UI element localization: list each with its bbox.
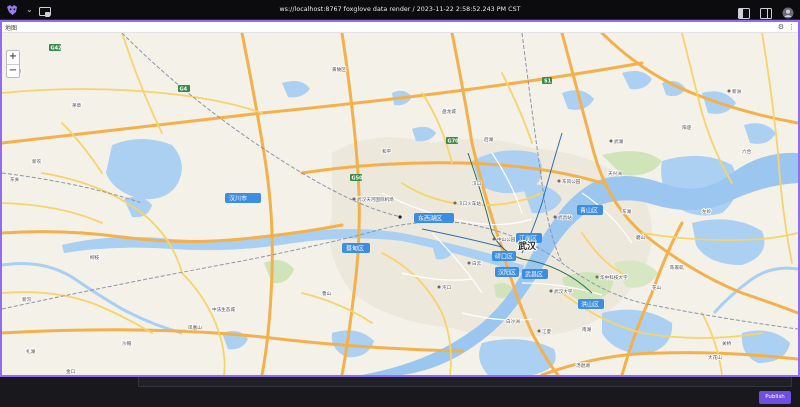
topbar-right <box>738 4 794 19</box>
poi-guanqiao: 关桥 <box>722 340 732 347</box>
district-wuchang: 武昌区 <box>525 271 543 279</box>
poi-hexin: 和平 <box>382 148 392 155</box>
panel-actions: ⚙ ⋮ <box>778 23 795 31</box>
poi-liuzhi: 柳枝 <box>90 254 100 261</box>
poi-tianhe: 武汉天河国际机场 <box>357 196 394 203</box>
poi-zuoling: 左岭 <box>702 208 712 215</box>
map-panel: 地图 ⚙ ⋮ G42 G4 G70 G50 S1 汉川市 蔡甸区 东西湖区 江岸… <box>0 20 800 377</box>
poi-chenjiaji: 陈家矶 <box>670 264 684 271</box>
zoom-in-button[interactable]: + <box>7 51 19 64</box>
district-qiaokou: 硚口区 <box>495 254 513 261</box>
poi-panlongcheng: 盘龙城 <box>442 108 456 115</box>
poi-zhongshan: 中山公园 <box>497 236 516 243</box>
poi-yangluo: 阳逻 <box>682 124 692 131</box>
poi-xingou: 新沟 <box>22 296 32 303</box>
foxglove-app: ⌄ ws://localhost:8767 foxglove data rend… <box>0 0 800 407</box>
gear-icon[interactable]: ⚙ <box>778 23 784 31</box>
poi-houhu: 后湖 <box>484 136 494 143</box>
right-sidebar-toggle-icon[interactable] <box>760 4 772 19</box>
poi-zhuankou: 沌口 <box>442 284 452 291</box>
poi-xinzhou: 新洲 <box>732 88 742 95</box>
left-sidebar-toggle-icon[interactable] <box>738 4 750 19</box>
city-label-wuhan: 武汉 <box>518 240 537 252</box>
more-icon[interactable]: ⋮ <box>788 23 795 31</box>
poi-wuhu: 武湖 <box>614 138 624 145</box>
district-hanyang: 汉阳区 <box>498 269 516 277</box>
poi-lushan: 鲁山 <box>322 290 332 297</box>
poi-hankou-station: 汉口火车站 <box>458 200 481 207</box>
poi-baiyun: 白云 <box>472 260 482 267</box>
poi-dahua: 大花山 <box>708 354 722 361</box>
poi-baishazhou: 白沙洲 <box>506 318 520 325</box>
map-view[interactable]: G42 G4 G70 G50 S1 汉川市 蔡甸区 东西湖区 江岸区 硚口区 汉… <box>2 33 798 375</box>
poi-shamao: 沙帽 <box>122 340 132 347</box>
poi-tangxunhu: 汤逊湖 <box>576 362 590 369</box>
district-dongxihu: 东西湖区 <box>418 215 442 223</box>
poi-moshan: 磨山 <box>636 234 646 241</box>
connection-title: ws://localhost:8767 foxglove data render… <box>279 6 521 13</box>
road-shield-s1: S1 <box>544 79 552 85</box>
message-input[interactable] <box>138 377 792 387</box>
poi-huangpi: 黄陂区 <box>332 66 346 73</box>
poi-hankou: 汉口 <box>472 180 482 187</box>
road-shield-g70: G70 <box>448 139 460 145</box>
road-shield-g50: G50 <box>352 176 364 182</box>
top-bar: ⌄ ws://localhost:8767 foxglove data rend… <box>0 0 800 20</box>
road-shield-g42: G42 <box>51 46 63 52</box>
district-hanchuan: 汉川市 <box>229 195 247 203</box>
bottom-area: Publish <box>0 377 800 407</box>
poi-jiangxia: 江夏 <box>542 328 552 335</box>
poi-jinkou: 金口 <box>66 368 76 375</box>
publish-button[interactable]: Publish <box>759 391 791 404</box>
poi-huashan: 花山 <box>652 284 662 291</box>
map-canvas[interactable]: G42 G4 G70 G50 S1 汉川市 蔡甸区 东西湖区 江岸区 硚口区 汉… <box>2 33 798 375</box>
poi-zhahu: 扎湖 <box>26 348 36 355</box>
poi-huazhong: 华中科技大学 <box>600 274 628 281</box>
road-shield-g4: G4 <box>180 87 188 93</box>
poi-donghu: 东湖 <box>622 208 632 215</box>
district-caidian: 蔡甸区 <box>346 245 364 253</box>
poi-fenghuang: 凤凰山 <box>188 324 202 331</box>
poi-nanhu: 南湖 <box>582 326 592 333</box>
poi-tianxingzhou: 天兴洲 <box>608 170 622 177</box>
poi-xinnong: 新农 <box>32 158 42 165</box>
poi-liuhe: 六合 <box>742 148 752 155</box>
user-avatar-icon[interactable] <box>782 4 794 19</box>
poi-wuchang-station: 武昌站 <box>558 214 572 221</box>
panel-title: 地图 <box>5 25 18 32</box>
district-qingshan: 青山区 <box>580 207 598 215</box>
zoom-out-button[interactable]: − <box>7 64 19 77</box>
poi-zhongfa: 中法生态城 <box>212 306 235 313</box>
poi-wuhan-univ: 武汉大学 <box>554 288 573 295</box>
poi-dongjingyuan: 东风公园 <box>562 178 581 185</box>
poi-dongguan: 东关 <box>10 176 20 183</box>
poi-maocao: 茅草 <box>72 102 82 109</box>
district-hongshan: 洪山区 <box>581 301 599 309</box>
zoom-controls: + − <box>6 50 20 78</box>
panel-toolbar: 地图 ⚙ ⋮ <box>2 22 798 33</box>
